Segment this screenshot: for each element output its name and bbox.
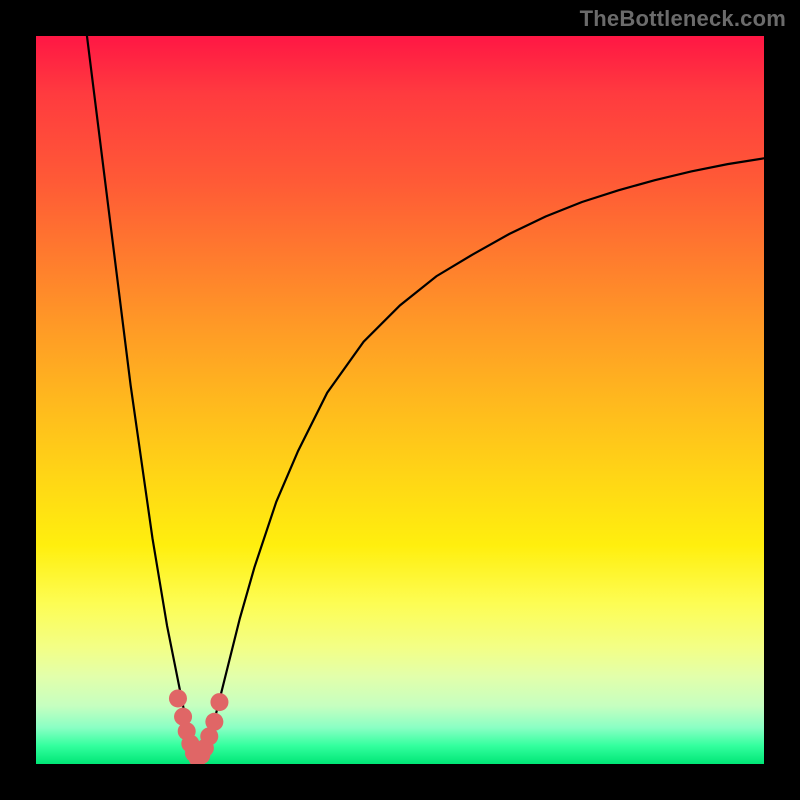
plot-area	[36, 36, 764, 764]
chart-svg	[36, 36, 764, 764]
curve-right-branch	[203, 158, 764, 760]
valley-marker-dot	[205, 713, 223, 731]
valley-marker-dot	[169, 689, 187, 707]
chart-frame: TheBottleneck.com	[0, 0, 800, 800]
curve-left-branch	[87, 36, 196, 760]
valley-marker-dot	[210, 693, 228, 711]
series-container	[87, 36, 764, 764]
watermark-text: TheBottleneck.com	[580, 6, 786, 32]
